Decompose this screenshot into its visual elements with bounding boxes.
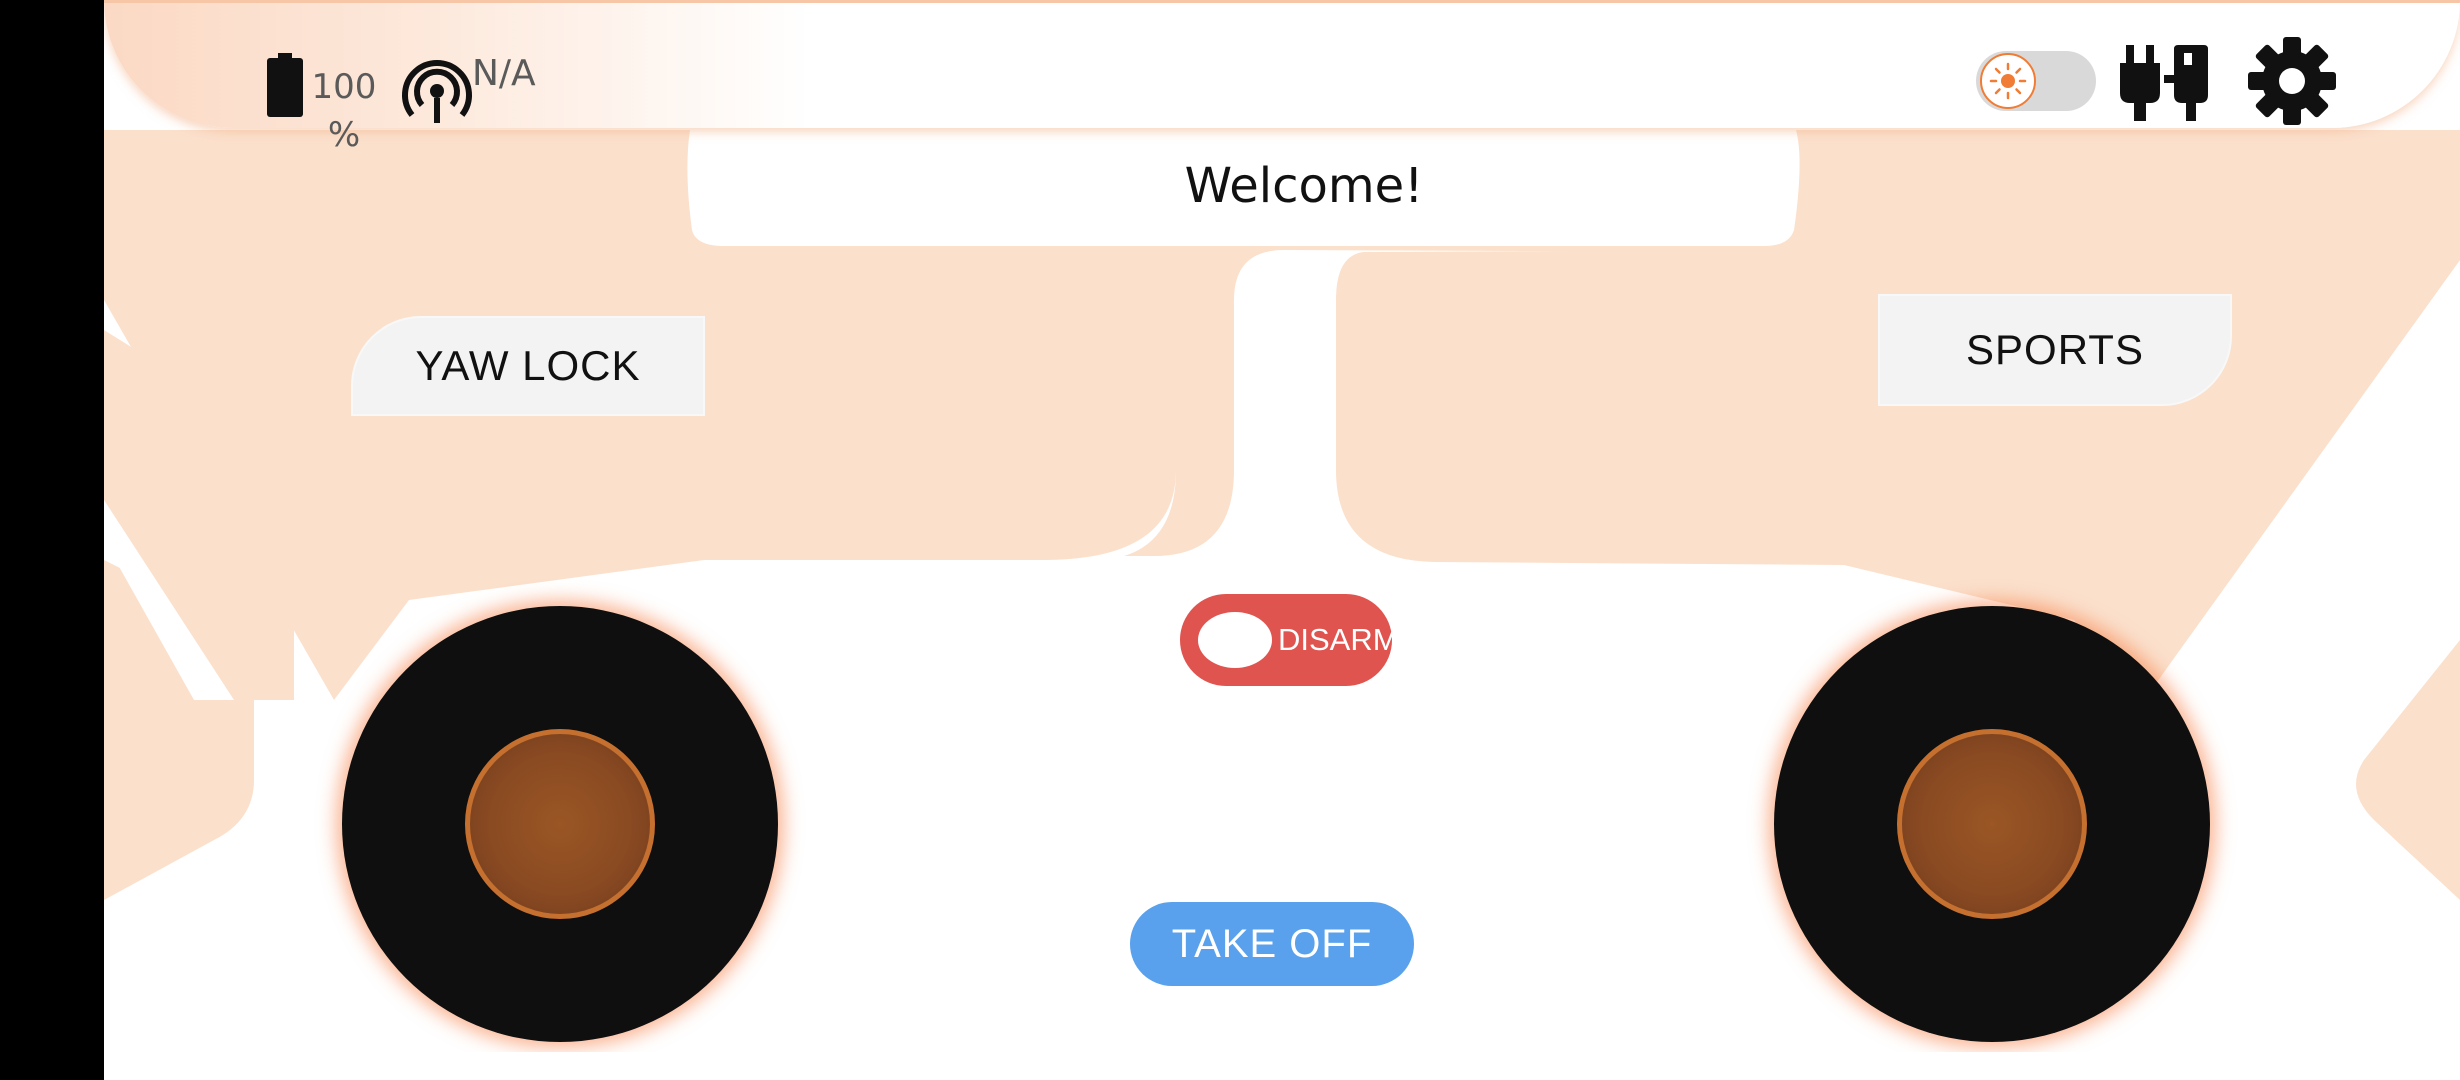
antenna-signal-icon xyxy=(402,60,472,123)
top-status-bar: 100 % N/A xyxy=(104,0,2460,155)
battery-percent: 100 % xyxy=(311,67,377,155)
left-joystick-knob[interactable] xyxy=(465,729,655,919)
yaw-lock-button[interactable]: YAW LOCK xyxy=(351,316,705,416)
theme-toggle[interactable] xyxy=(1976,51,2096,111)
toggle-knob xyxy=(1198,612,1272,668)
gear-icon[interactable] xyxy=(2244,33,2340,129)
sports-mode-button[interactable]: SPORTS xyxy=(1878,294,2232,406)
right-joystick[interactable] xyxy=(1774,606,2210,1042)
link-status-text: N/A xyxy=(472,53,536,94)
take-off-button[interactable]: TAKE OFF xyxy=(1130,902,1414,986)
battery-full-icon xyxy=(267,53,303,117)
left-joystick[interactable] xyxy=(342,606,778,1042)
usb-plug-icon[interactable] xyxy=(2120,45,2212,121)
welcome-message: Welcome! xyxy=(1184,158,1424,214)
bottom-edge xyxy=(104,1052,2460,1080)
sun-icon xyxy=(1980,53,2036,109)
disarm-label: DISARM xyxy=(1278,622,1399,657)
right-joystick-knob[interactable] xyxy=(1897,729,2087,919)
arm-disarm-toggle[interactable]: DISARM xyxy=(1180,594,1399,686)
drone-controller-screen: 100 % N/A Welcome! YAW LOCK SPORTS DISAR… xyxy=(104,0,2460,1052)
